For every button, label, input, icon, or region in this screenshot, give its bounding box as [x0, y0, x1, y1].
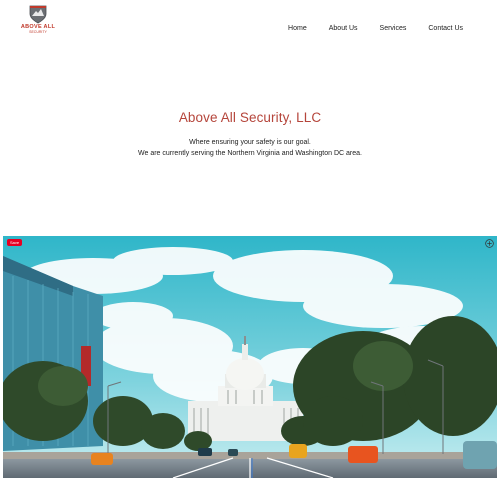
- nav-home[interactable]: Home: [288, 25, 307, 32]
- shield-icon: [29, 5, 47, 24]
- logo-subtitle: SECURITY: [29, 30, 47, 34]
- site-header: ABOVE ALL SECURITY Home About Us Service…: [0, 0, 500, 60]
- main-nav: Home About Us Services Contact Us: [266, 25, 463, 32]
- capitol-scene-illustration: [3, 236, 497, 478]
- nav-services[interactable]: Services: [380, 25, 407, 32]
- nav-contact-us[interactable]: Contact Us: [428, 25, 463, 32]
- pinterest-save-button[interactable]: Save: [7, 239, 23, 246]
- page-title: Above All Security, LLC: [178, 110, 322, 125]
- logo[interactable]: ABOVE ALL SECURITY: [18, 4, 58, 38]
- expand-icon[interactable]: [485, 239, 494, 248]
- tagline-line-1: Where ensuring your safety is our goal.: [189, 139, 311, 146]
- hero-section: Above All Security, LLC Where ensuring y…: [0, 110, 500, 159]
- nav-about-us[interactable]: About Us: [329, 25, 358, 32]
- tagline-line-2: We are currently serving the Northern Vi…: [138, 150, 362, 157]
- capitol-building-photo: Save: [3, 236, 497, 478]
- tagline: Where ensuring your safety is our goal. …: [0, 137, 500, 159]
